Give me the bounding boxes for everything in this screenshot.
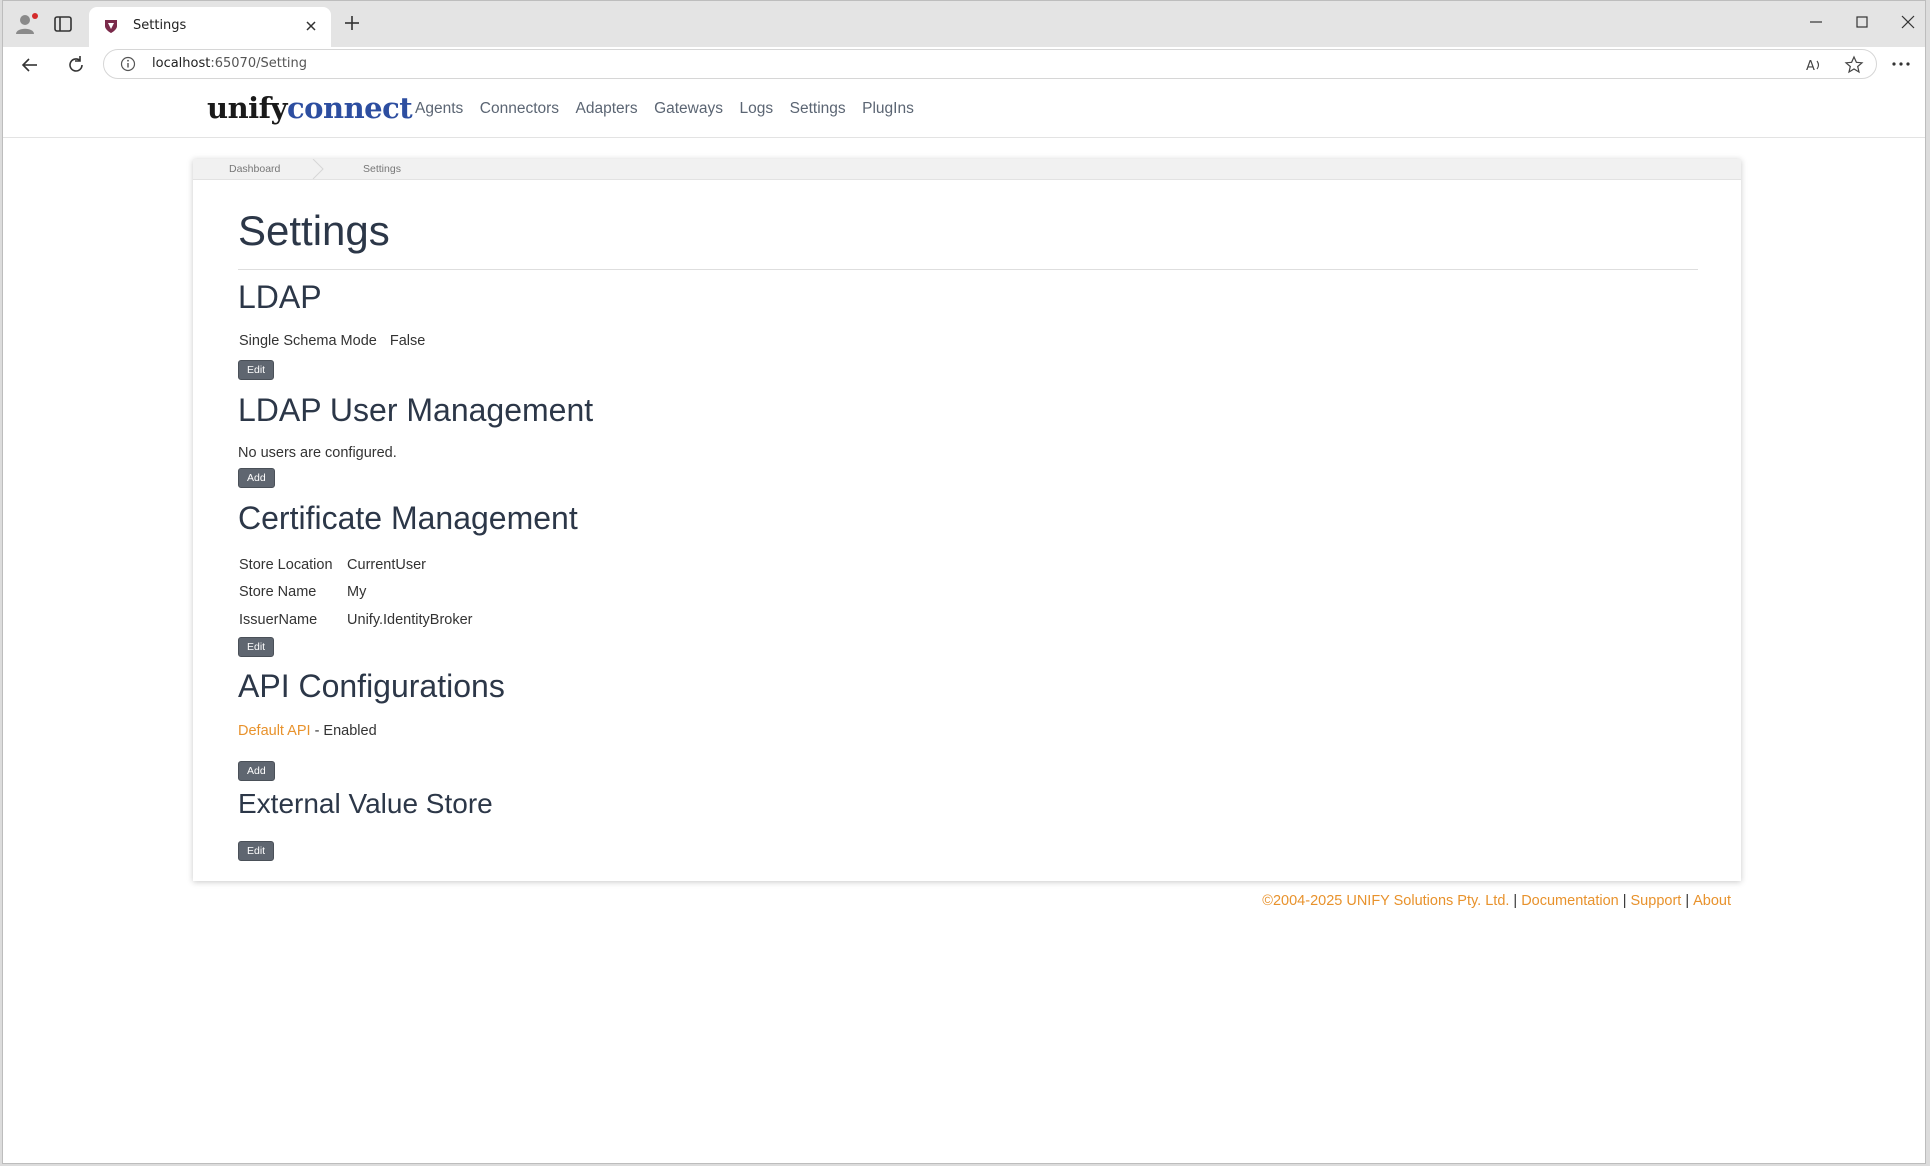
- page-title: Settings: [238, 207, 390, 254]
- breadcrumb-settings: Settings: [363, 163, 401, 175]
- footer-copyright[interactable]: ©2004-2025 UNIFY Solutions Pty. Ltd.: [1262, 893, 1509, 909]
- certificate-heading: Certificate Management: [238, 500, 578, 536]
- cert-store-name-row: Store Name My: [239, 584, 366, 600]
- tab-strip: Settings: [3, 1, 1925, 47]
- site-favicon-icon: [105, 20, 117, 33]
- brand-logo[interactable]: unifyconnect: [207, 91, 413, 125]
- single-schema-label: Single Schema Mode: [239, 333, 377, 349]
- browser-window: Settings localhost:65070/Setting A unify…: [2, 0, 1926, 1164]
- cert-store-location-row: Store Location CurrentUser: [239, 557, 426, 573]
- ldap-edit-button[interactable]: Edit: [238, 360, 275, 380]
- external-store-heading: External Value Store: [238, 788, 493, 819]
- tab-title: Settings: [133, 18, 187, 33]
- tab-settings[interactable]: Settings: [89, 7, 331, 47]
- svg-text:A: A: [1806, 59, 1815, 74]
- back-icon[interactable]: [17, 52, 43, 78]
- breadcrumb-dashboard[interactable]: Dashboard: [229, 163, 280, 175]
- url-host: localhost: [152, 56, 211, 71]
- settings-card: Dashboard Settings Settings LDAP Single …: [193, 159, 1741, 881]
- profile-icon[interactable]: [15, 12, 39, 36]
- footer-about-link[interactable]: About: [1693, 893, 1731, 909]
- nav-settings[interactable]: Settings: [790, 100, 846, 118]
- url-text[interactable]: localhost:65070/Setting: [152, 56, 307, 71]
- issuer-name-value: Unify.IdentityBroker: [347, 612, 473, 628]
- footer-support-link[interactable]: Support: [1631, 893, 1682, 909]
- cert-issuer-row: IssuerName Unify.IdentityBroker: [239, 612, 472, 628]
- new-tab-icon[interactable]: [341, 12, 363, 34]
- store-location-value: CurrentUser: [347, 557, 426, 573]
- site-footer: ©2004-2025 UNIFY Solutions Pty. Ltd. | Doc…: [1262, 893, 1731, 909]
- title-divider: [238, 269, 1698, 270]
- external-store-edit-button[interactable]: Edit: [238, 841, 275, 861]
- nav-plugins[interactable]: PlugIns: [862, 100, 914, 118]
- close-window-icon[interactable]: [1893, 9, 1923, 35]
- browser-toolbar: localhost:65070/Setting A: [3, 47, 1925, 82]
- store-name-value: My: [347, 584, 367, 600]
- nav-gateways[interactable]: Gateways: [654, 100, 723, 118]
- ldap-heading: LDAP: [238, 279, 322, 315]
- store-location-label: Store Location: [239, 557, 333, 573]
- nav-adapters[interactable]: Adapters: [576, 100, 638, 118]
- address-bar[interactable]: localhost:65070/Setting A: [103, 49, 1877, 79]
- maximize-icon[interactable]: [1847, 9, 1877, 35]
- api-heading: API Configurations: [238, 668, 505, 704]
- minimize-icon[interactable]: [1801, 9, 1831, 35]
- single-schema-value: False: [389, 333, 426, 349]
- nav-logs[interactable]: Logs: [740, 100, 774, 118]
- footer-documentation-link[interactable]: Documentation: [1521, 893, 1619, 909]
- ldap-single-schema-row: Single Schema Mode False: [239, 333, 425, 349]
- close-tab-icon[interactable]: [301, 16, 321, 36]
- nav-agents[interactable]: Agents: [415, 100, 463, 118]
- issuer-name-label: IssuerName: [239, 612, 318, 628]
- site-navbar: unifyconnect Agents Connectors Adapters …: [3, 81, 1925, 138]
- default-api-link[interactable]: Default API: [238, 723, 311, 739]
- web-page: unifyconnect Agents Connectors Adapters …: [3, 81, 1925, 1163]
- breadcrumb: Dashboard Settings: [193, 159, 1741, 180]
- url-path: :65070/Setting: [210, 56, 308, 71]
- nav-connectors[interactable]: Connectors: [480, 100, 559, 118]
- ldap-users-heading: LDAP User Management: [238, 392, 594, 428]
- breadcrumb-separator-icon: [312, 159, 324, 179]
- main-nav: Agents Connectors Adapters Gateways Logs…: [415, 100, 930, 118]
- tab-actions-icon[interactable]: [51, 12, 75, 36]
- certificate-edit-button[interactable]: Edit: [238, 637, 275, 657]
- store-name-label: Store Name: [239, 584, 317, 600]
- ldap-users-add-button[interactable]: Add: [238, 468, 275, 488]
- api-item-status: - Enabled: [310, 723, 377, 739]
- no-users-text: No users are configured.: [238, 445, 397, 461]
- api-add-button[interactable]: Add: [238, 761, 275, 781]
- refresh-icon[interactable]: [63, 52, 89, 78]
- site-info-icon[interactable]: [120, 56, 136, 72]
- more-options-icon[interactable]: [1889, 53, 1913, 75]
- favorite-star-icon[interactable]: [1844, 55, 1864, 75]
- api-item-row: Default API - Enabled: [238, 723, 377, 739]
- read-aloud-icon[interactable]: A: [1804, 55, 1824, 75]
